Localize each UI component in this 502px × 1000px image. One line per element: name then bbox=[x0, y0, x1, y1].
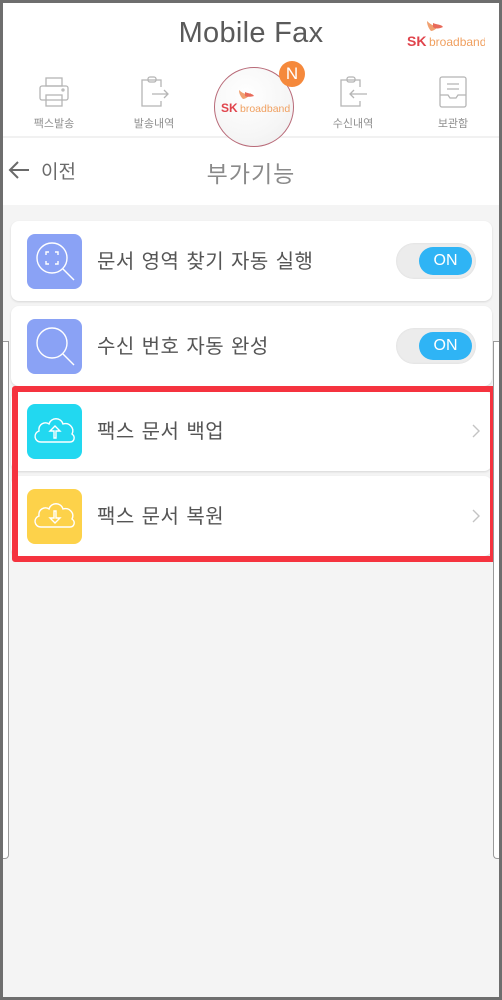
icon-box bbox=[27, 489, 82, 544]
svg-text:broadband: broadband bbox=[240, 103, 290, 115]
setting-label: 팩스 문서 복원 bbox=[97, 504, 225, 528]
svg-text:SK: SK bbox=[407, 33, 426, 49]
nav-item-sent-history[interactable]: 발송내역 bbox=[114, 69, 194, 131]
setting-auto-complete-number: 수신 번호 자동 완성 ON bbox=[11, 306, 492, 386]
chevron-right-icon bbox=[472, 424, 480, 438]
nav-label: 수신내역 bbox=[332, 117, 374, 130]
sub-header: 이전 부가기능 bbox=[3, 139, 499, 205]
setting-label: 팩스 문서 백업 bbox=[97, 419, 225, 443]
chevron-right-icon bbox=[472, 509, 480, 523]
auto-document-area-toggle[interactable]: ON bbox=[396, 243, 476, 279]
clipboard-receive-icon bbox=[340, 76, 367, 107]
nav-item-fax-send[interactable]: 팩스발송 bbox=[14, 69, 94, 131]
app-screen: Mobile Fax SK broadband 팩스발송 발송내역 수신내역 보… bbox=[3, 3, 499, 997]
nav-label: 팩스발송 bbox=[33, 117, 75, 130]
new-badge: N bbox=[279, 61, 305, 87]
setting-auto-document-area: 문서 영역 찾기 자동 실행 ON bbox=[11, 221, 492, 301]
device-edge-left bbox=[3, 341, 9, 859]
svg-text:broadband: broadband bbox=[429, 35, 485, 49]
setting-label: 문서 영역 찾기 자동 실행 bbox=[97, 249, 314, 273]
icon-box bbox=[27, 404, 82, 459]
toggle-state: ON bbox=[419, 247, 472, 275]
setting-label: 수신 번호 자동 완성 bbox=[97, 334, 269, 358]
auto-complete-number-toggle[interactable]: ON bbox=[396, 328, 476, 364]
svg-text:SK: SK bbox=[221, 101, 238, 115]
nav-item-received-history[interactable]: 수신내역 bbox=[313, 69, 393, 131]
setting-fax-backup[interactable]: 팩스 문서 백업 bbox=[11, 391, 492, 471]
sk-broadband-home-icon: SK broadband bbox=[221, 90, 290, 115]
nav-item-storage[interactable]: 보관함 bbox=[413, 69, 493, 131]
setting-fax-restore[interactable]: 팩스 문서 복원 bbox=[11, 476, 492, 556]
clipboard-send-icon bbox=[141, 76, 169, 107]
inbox-tray-icon bbox=[439, 76, 467, 108]
nav-label: 발송내역 bbox=[133, 117, 175, 130]
sk-broadband-logo: SK broadband bbox=[407, 21, 485, 49]
icon-box bbox=[27, 234, 82, 289]
search-icon bbox=[36, 327, 75, 366]
cloud-upload-icon bbox=[34, 418, 75, 443]
printer-icon bbox=[39, 77, 69, 107]
cloud-download-icon bbox=[34, 503, 75, 528]
toggle-state: ON bbox=[419, 332, 472, 360]
device-edge-right bbox=[493, 341, 499, 859]
icon-box bbox=[27, 319, 82, 374]
page-title: 부가기능 bbox=[206, 162, 296, 188]
document-area-search-icon bbox=[36, 242, 75, 281]
nav-label: 보관함 bbox=[437, 117, 469, 130]
